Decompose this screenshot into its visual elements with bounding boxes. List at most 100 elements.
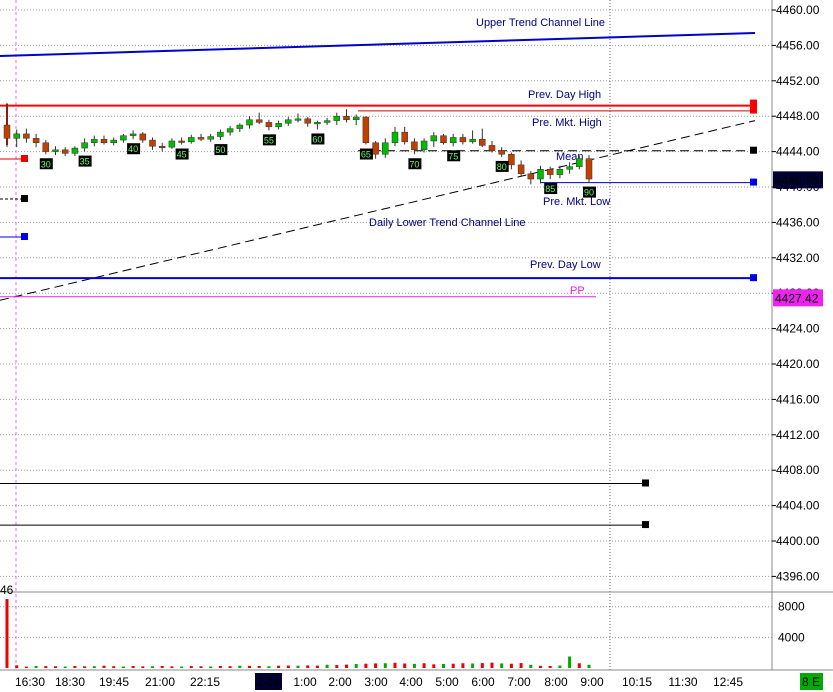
bar-counter-3: 45	[177, 150, 187, 160]
bar-counter-2: 40	[128, 144, 138, 154]
candle-body-45	[440, 135, 447, 143]
bar-counter-11: 85	[545, 184, 555, 194]
candle-body-18	[178, 140, 185, 143]
pre-mkt-low-label: Pre. Mkt. Low	[543, 196, 610, 208]
candle-body-31	[304, 118, 311, 124]
volume-bar-47	[461, 663, 465, 668]
volume-bar-14	[141, 666, 145, 668]
volume-bar-36	[354, 664, 358, 668]
candle-body-57	[556, 169, 564, 175]
volume-bar-7	[73, 666, 77, 668]
candle-body-41	[401, 131, 408, 143]
time-label-14: 9:00	[580, 675, 604, 689]
time-label-12: 7:00	[507, 675, 531, 689]
pivot-label: PP	[570, 285, 585, 297]
volume-bar-25	[248, 665, 251, 668]
candle-body-42	[411, 141, 418, 151]
candle-body-39	[382, 142, 389, 155]
volume-bar-54	[529, 664, 533, 668]
time-label-5: 2-24	[256, 675, 280, 689]
volume-bar-11	[112, 666, 116, 668]
volume-bar-5	[54, 666, 57, 668]
time-label-1: 18:30	[55, 675, 85, 689]
volume-bar-9	[92, 666, 96, 668]
candle-body-46	[449, 137, 457, 144]
candle-body-2	[23, 133, 30, 139]
corner-label: 8 E	[802, 675, 820, 689]
bar-counter-10: 80	[497, 162, 507, 172]
volume-bar-28	[277, 665, 281, 668]
bar-counter-7: 65	[361, 150, 371, 160]
volume-bar-3	[34, 665, 38, 668]
candle-body-3	[32, 138, 40, 143]
volume-bar-33	[325, 664, 329, 668]
volume-bar-22	[218, 666, 222, 668]
candle-body-49	[479, 138, 486, 146]
candle-body-8	[81, 142, 88, 149]
volume-panel	[5, 599, 591, 668]
bar-counter-5: 55	[264, 135, 274, 145]
price-tick-1: 4456.00	[776, 38, 820, 52]
candle-body-11	[110, 139, 117, 144]
candle-body-21	[207, 136, 214, 140]
prev-day-high-marker	[750, 99, 757, 114]
volume-bar-35	[345, 664, 348, 668]
grid	[0, 0, 833, 671]
daily-lower-trend-channel-label: Daily Lower Trend Channel Line	[369, 217, 526, 229]
time-label-11: 6:00	[471, 675, 495, 689]
candle-body-1	[13, 133, 20, 139]
left-marker-blue	[21, 233, 28, 240]
candle-body-20	[197, 137, 205, 140]
bar-counter-1: 35	[80, 157, 90, 167]
candle-body-5	[52, 149, 59, 152]
candle-body-30	[294, 118, 302, 121]
candle-body-0	[3, 124, 11, 139]
time-label-17: 12:45	[713, 675, 743, 689]
upper-trend-channel-label: Upper Trend Channel Line	[476, 17, 605, 29]
volume-bar-20	[199, 666, 203, 668]
volume-bar-43	[422, 663, 426, 668]
candle-body-51	[498, 150, 505, 155]
candle-body-15	[149, 139, 156, 147]
volume-bar-24	[238, 665, 242, 668]
volume-bar-52	[509, 663, 513, 668]
volume-bar-2	[24, 666, 28, 668]
candle-body-27	[265, 122, 273, 128]
volume-bar-18	[180, 666, 184, 668]
volume-bar-21	[209, 666, 213, 668]
volume-bar-39	[383, 663, 387, 668]
volume-bar-53	[519, 663, 523, 668]
volume-bar-13	[131, 666, 135, 668]
volume-bar-56	[548, 666, 552, 668]
pre-mkt-low-marker	[750, 178, 757, 186]
candle-body-40	[391, 131, 399, 144]
candle-body-60	[585, 158, 593, 180]
time-label-9: 4:00	[399, 675, 423, 689]
candle-body-6	[61, 149, 69, 154]
candle-body-53	[517, 164, 525, 174]
time-label-15: 10:15	[622, 675, 652, 689]
last-price-label: 4440.75	[775, 173, 819, 187]
candle-body-44	[430, 135, 438, 142]
mean-marker	[750, 146, 757, 154]
level-marker-upper	[642, 479, 649, 487]
prev-day-low-marker	[750, 274, 757, 282]
candle-body-59	[576, 158, 583, 167]
candle-body-48	[469, 138, 476, 143]
candle-body-7	[71, 147, 79, 154]
volume-bar-19	[189, 666, 193, 668]
left-marker-black	[21, 195, 28, 202]
volume-bar-31	[306, 665, 310, 668]
candle-body-26	[255, 119, 263, 123]
price-tick-14: 4404.00	[776, 499, 820, 513]
volume-bar-51	[500, 663, 504, 668]
candle-body-54	[527, 173, 535, 180]
time-label-3: 21:00	[145, 675, 175, 689]
candle-body-12	[120, 135, 127, 141]
time-label-16: 11:30	[668, 675, 697, 689]
volume-bar-29	[286, 665, 290, 668]
price-tick-10: 4420.00	[776, 357, 820, 371]
candle-body-25	[246, 119, 253, 126]
volume-bar-58	[568, 656, 572, 668]
volume-tick-0: 8000	[778, 600, 805, 614]
